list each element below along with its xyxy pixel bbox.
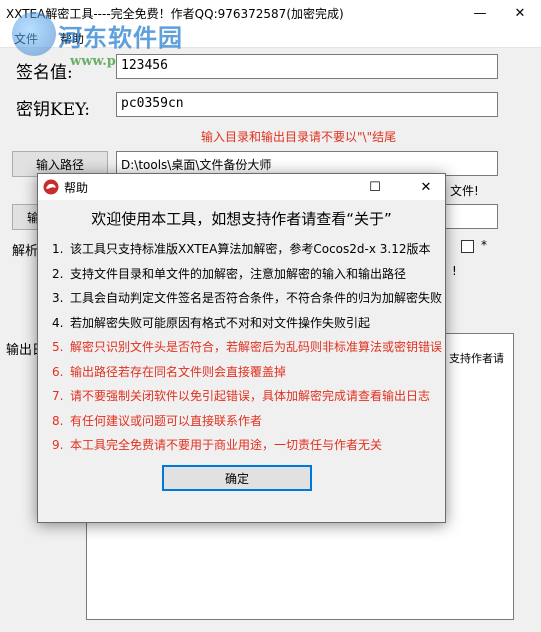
excl-note: !	[452, 264, 457, 278]
help-item: 8. 有任何建议或问题可以直接联系作者	[52, 413, 263, 428]
key-input[interactable]: pc0359cn	[116, 92, 498, 117]
checkbox-star: *	[481, 238, 487, 252]
help-heading: 欢迎使用本工具，如想支持作者请查看“关于”	[91, 210, 392, 228]
menu-help[interactable]: 帮助	[60, 30, 84, 47]
help-item: 9. 本工具完全免费请不要用于商业用途，一切责任与作者无关	[52, 438, 383, 452]
help-item: 6. 输出路径若存在同名文件则会直接覆盖掉	[52, 364, 287, 379]
menu-file[interactable]: 文件	[14, 30, 38, 47]
help-item: 1. 该工具只支持标准版XXTEA算法加解密，参考Cocos2d-x 3.12版本	[52, 242, 431, 256]
ok-button[interactable]: 确定	[162, 465, 312, 491]
help-list: 1. 该工具只支持标准版XXTEA算法加解密，参考Cocos2d-x 3.12版本…	[52, 240, 442, 461]
option-checkbox[interactable]	[461, 240, 474, 253]
parse-label: 解析	[12, 244, 39, 259]
app-logo-icon	[43, 179, 59, 195]
menu-bar: 文件 帮助	[0, 26, 541, 48]
help-item: 7. 请不要强制关闭软件以免引起错误，具体加解密完成请查看输出日志	[52, 389, 431, 403]
sign-label: 签名值:	[16, 63, 73, 83]
help-item: 4. 若加解密失败可能原因有格式不对和对文件操作失败引起	[52, 315, 371, 330]
key-label: 密钥KEY:	[16, 100, 90, 120]
help-item: 5. 解密只识别文件头是否符合，若解密后为乱码则非标准算法或密钥错误	[52, 340, 443, 354]
maximize-icon[interactable]: ☐	[356, 174, 394, 200]
dialog-close-icon[interactable]: ✕	[407, 174, 445, 200]
close-icon[interactable]: ✕	[500, 0, 540, 26]
window-titlebar[interactable]: XXTEA解密工具----完全免费！作者QQ:976372587(加密完成) —…	[0, 0, 541, 26]
help-dialog: 帮助 ☐ ✕ 欢迎使用本工具，如想支持作者请查看“关于” 1. 该工具只支持标准版…	[37, 173, 446, 523]
sign-input[interactable]: 123456	[116, 54, 498, 79]
path-note: 输入目录和输出目录请不要以"\"结尾	[201, 130, 397, 144]
file-note: 文件!	[450, 184, 479, 198]
window-title: XXTEA解密工具----完全免费！作者QQ:976372587(加密完成)	[6, 7, 344, 21]
minimize-icon[interactable]: —	[460, 0, 500, 26]
help-item: 2. 支持文件目录和单文件的加解密，注意加解密的输入和输出路径	[52, 266, 407, 281]
log-text: 支持作者请	[449, 352, 504, 365]
help-item: 3. 工具会自动判定文件签名是否符合条件，不符合条件的归为加解密失败	[52, 291, 443, 305]
help-dialog-title: 帮助	[64, 181, 89, 195]
help-dialog-titlebar[interactable]: 帮助 ☐ ✕	[38, 174, 445, 200]
